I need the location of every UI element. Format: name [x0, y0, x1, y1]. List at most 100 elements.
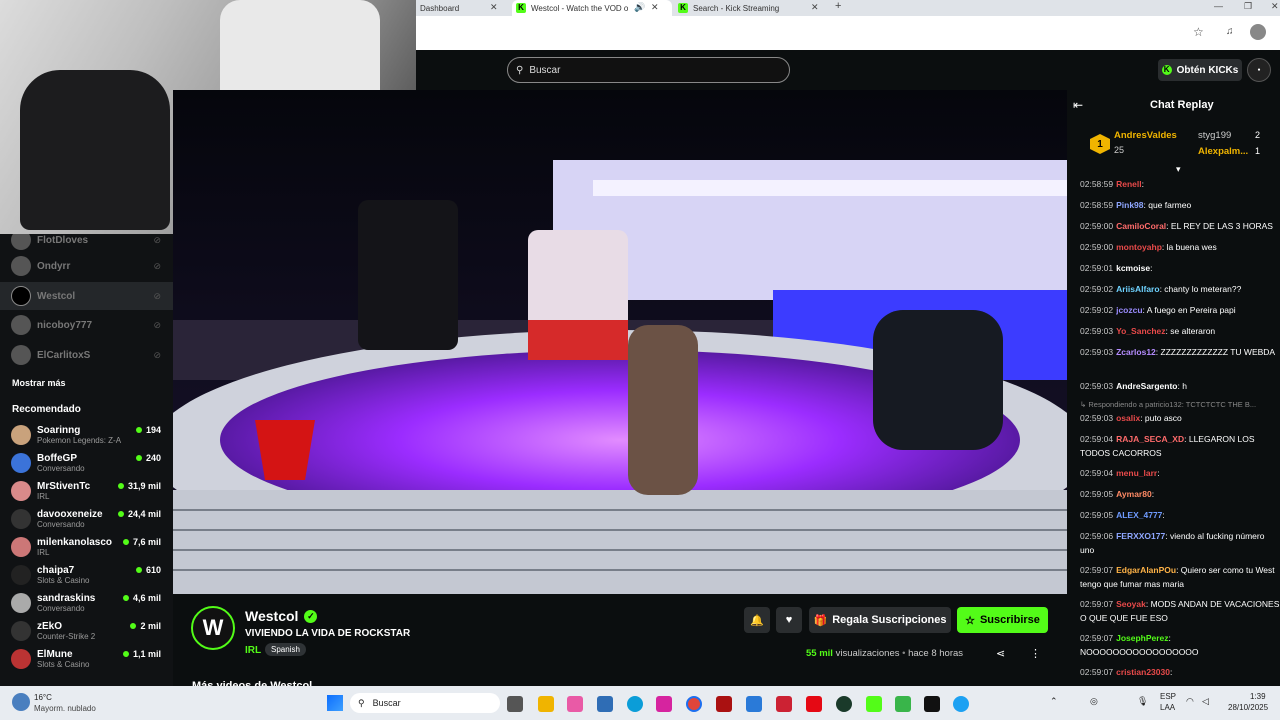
microphone-icon[interactable]: 🎙	[1137, 696, 1148, 707]
weather-icon[interactable]	[12, 693, 30, 711]
clock-date[interactable]: 28/10/2025	[1228, 703, 1268, 712]
address-bar[interactable]: ☆ ♫ ⧉	[416, 16, 1280, 50]
language-tag[interactable]: Spanish	[265, 643, 306, 656]
app-icon[interactable]	[746, 696, 762, 712]
chat-username[interactable]: Pink98	[1116, 200, 1143, 210]
sidebar-recommended-item[interactable]: chaipa7 Slots & Casino 610	[0, 561, 173, 589]
channel-avatar[interactable]: W	[191, 606, 235, 650]
kick-app-icon[interactable]	[866, 696, 882, 712]
chat-username[interactable]: Zcarlos12	[1116, 347, 1156, 357]
volume-icon[interactable]: ◁	[1202, 696, 1209, 707]
gift-subs-button[interactable]: 🎁 Regala Suscripciones	[809, 607, 951, 633]
star-icon[interactable]: ☆	[1193, 25, 1204, 39]
chat-username[interactable]: RAJA_SECA_XD	[1116, 434, 1184, 444]
close-icon[interactable]: ✕	[651, 2, 659, 13]
chat-timestamp: 02:59:02	[1080, 284, 1114, 294]
lang-indicator[interactable]: ESP	[1160, 692, 1176, 701]
notifications-button[interactable]: 🔔	[744, 607, 770, 633]
chat-username[interactable]: AndreSargento	[1116, 381, 1177, 391]
weather-desc[interactable]: Mayorm. nublado	[34, 704, 96, 713]
windows-start-icon[interactable]	[327, 695, 343, 711]
video-player[interactable]	[173, 90, 1067, 594]
taskbar-search[interactable]: ⚲ Buscar	[350, 693, 500, 713]
sidebar-recommended-item[interactable]: ElMune Slots & Casino 1,1 mil	[0, 645, 173, 673]
more-options-icon[interactable]: ⋮	[1030, 647, 1041, 660]
chat-username[interactable]: menu_larr	[1116, 468, 1157, 478]
chat-username[interactable]: montoyahp	[1116, 242, 1162, 252]
subscribe-button[interactable]: ☆ Suscribirse	[957, 607, 1048, 633]
chat-username[interactable]: kcmoise	[1116, 263, 1150, 273]
show-more-link[interactable]: Mostrar más	[12, 378, 66, 388]
chat-username[interactable]: Renell	[1116, 179, 1142, 189]
chat-username[interactable]: Yo_Sanchez	[1116, 326, 1165, 336]
minimize-icon[interactable]: —	[1214, 1, 1223, 11]
weather-temp[interactable]: 16°C	[34, 693, 52, 702]
follow-button[interactable]: ♥	[776, 607, 802, 633]
tab-kick-search[interactable]: K Search - Kick Streaming	[674, 0, 824, 16]
sidebar-recommended-item[interactable]: zEkO Counter-Strike 2 2 mil	[0, 617, 173, 645]
app-icon[interactable]	[836, 696, 852, 712]
upwork-icon[interactable]	[895, 696, 911, 712]
sidebar-following-item[interactable]: ElCarlitoxS ⊘	[0, 341, 173, 369]
close-icon[interactable]: ✕	[811, 2, 819, 13]
instagram-icon[interactable]	[656, 696, 672, 712]
tab-westcol-vod[interactable]: K Westcol - Watch the VOD o	[512, 0, 672, 16]
get-kicks-button[interactable]: K Obtén KICKs	[1158, 59, 1242, 81]
leader-name[interactable]: Alexpalm...	[1198, 146, 1248, 157]
chat-username[interactable]: AriisAlfaro	[1116, 284, 1159, 294]
chat-username[interactable]: cristian23030	[1116, 667, 1170, 677]
leader-name[interactable]: AndresValdes	[1114, 130, 1177, 141]
media-icon[interactable]: ♫	[1226, 26, 1234, 37]
wifi-icon[interactable]: ◠	[1186, 696, 1194, 707]
app-icon[interactable]	[953, 696, 969, 712]
new-tab-button[interactable]: +	[835, 0, 841, 12]
tiktok-icon[interactable]	[924, 696, 940, 712]
sidebar-following-item[interactable]: nicoboy777 ⊘	[0, 311, 173, 339]
netflix-icon[interactable]	[806, 696, 822, 712]
store-icon[interactable]	[597, 696, 613, 712]
app-icon[interactable]	[776, 696, 792, 712]
chat-username[interactable]: ALEX_4777	[1116, 510, 1162, 520]
sidebar-recommended-item[interactable]: sandraskins Conversando 4,6 mil	[0, 589, 173, 617]
chat-username[interactable]: CamiloCoral	[1116, 221, 1166, 231]
chrome-icon[interactable]	[686, 696, 702, 712]
chat-username[interactable]: osalix	[1116, 413, 1140, 423]
copilot-icon[interactable]	[567, 696, 583, 712]
sidebar-recommended-item[interactable]: MrStivenTc IRL 31,9 mil	[0, 477, 173, 505]
sidebar-recommended-item[interactable]: Soarinng Pokemon Legends: Z-A 194	[0, 421, 173, 449]
clock-time[interactable]: 1:39	[1250, 692, 1266, 701]
speaker-icon[interactable]: 🔊	[634, 2, 645, 13]
window-close-icon[interactable]: ✕	[1271, 1, 1279, 12]
channel-name[interactable]: Westcol	[245, 608, 298, 624]
tray-icon[interactable]: ◎	[1090, 696, 1098, 707]
chat-username[interactable]: FERXXO177	[1116, 531, 1165, 541]
search-input[interactable]: ⚲ Buscar	[507, 57, 790, 83]
profile-avatar[interactable]	[1250, 24, 1266, 40]
user-avatar[interactable]: ●	[1247, 58, 1271, 82]
share-icon[interactable]: ⋖	[996, 647, 1005, 660]
chat-timestamp: 02:59:00	[1080, 242, 1114, 252]
task-view-icon[interactable]	[507, 696, 523, 712]
chat-username[interactable]: Aymar80	[1116, 489, 1152, 499]
file-explorer-icon[interactable]	[538, 696, 554, 712]
sidebar-recommended-item[interactable]: milenkanolasco IRL 7,6 mil	[0, 533, 173, 561]
chat-username[interactable]: jcozcu	[1116, 305, 1142, 315]
tray-expand-icon[interactable]: ⌃	[1050, 696, 1058, 707]
close-icon[interactable]: ✕	[490, 2, 498, 13]
sidebar-following-item-selected[interactable]: Westcol ⊘	[0, 282, 173, 310]
sidebar-following-item[interactable]: Ondyrr ⊘	[0, 252, 173, 280]
leader-name[interactable]: styg199	[1198, 130, 1231, 141]
chat-username[interactable]: EdgarAlanPOu	[1116, 565, 1176, 575]
edge-icon[interactable]	[627, 696, 643, 712]
collapse-chat-icon[interactable]: ⇤	[1073, 98, 1083, 112]
expand-leaderboard-icon[interactable]: ▾	[1176, 164, 1181, 175]
obs-icon[interactable]	[716, 696, 732, 712]
sidebar-recommended-item[interactable]: davooxeneize Conversando 24,4 mil	[0, 505, 173, 533]
chat-username[interactable]: JosephPerez	[1116, 633, 1168, 643]
chat-username[interactable]: Seoyak	[1116, 599, 1146, 609]
maximize-icon[interactable]: ❐	[1244, 1, 1252, 12]
chat-message: 02:59:05 Aymar80:	[1080, 487, 1280, 501]
category-link[interactable]: IRL	[245, 645, 261, 656]
lang-layout[interactable]: LAA	[1160, 703, 1175, 712]
sidebar-recommended-item[interactable]: BoffeGP Conversando 240	[0, 449, 173, 477]
